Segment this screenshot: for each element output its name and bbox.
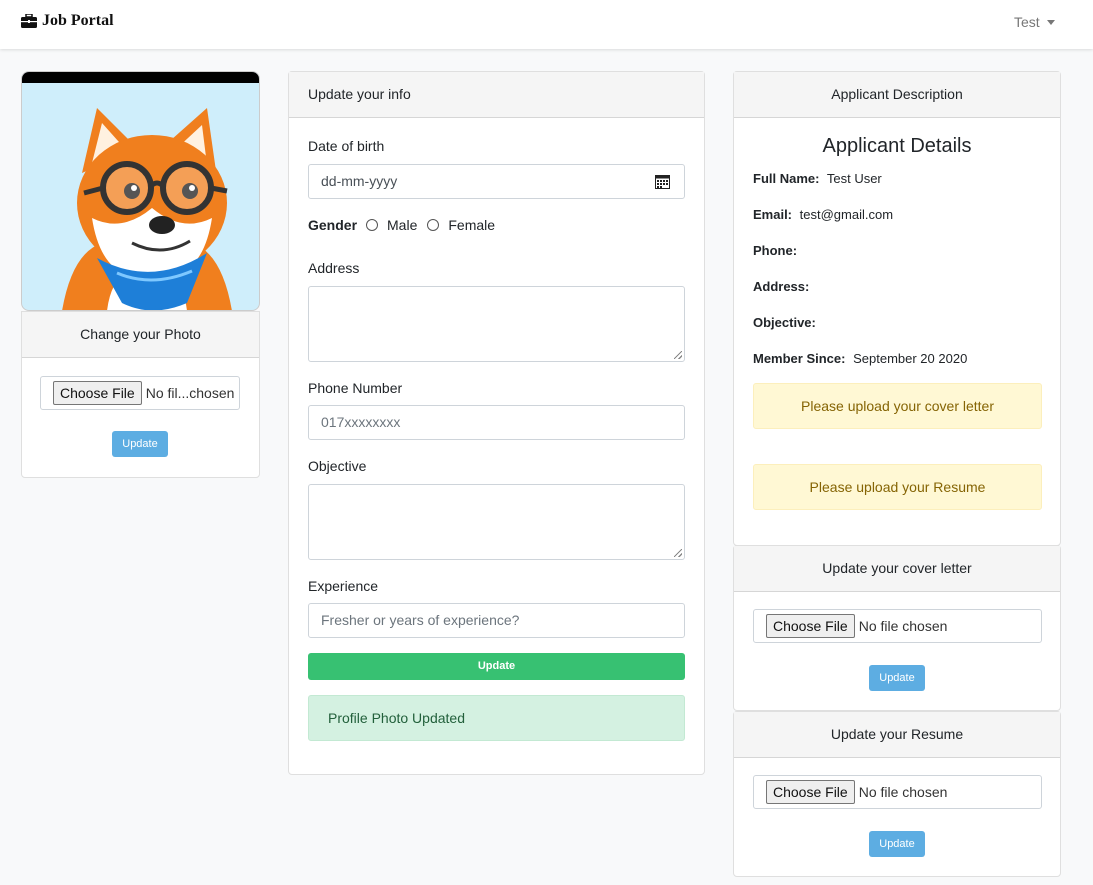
gender-male-radio[interactable] <box>366 219 379 231</box>
resume-update-button[interactable]: Update <box>869 831 925 857</box>
user-name: Test <box>1014 14 1040 30</box>
phone-input[interactable]: 017xxxxxxxx <box>308 405 685 440</box>
update-resume-card: Update your Resume Choose File No file c… <box>733 711 1061 877</box>
briefcase-icon <box>21 14 37 28</box>
full-name-value: Test User <box>826 171 882 186</box>
update-cover-letter-card: Update your cover letter Choose File No … <box>733 545 1061 711</box>
phone-row: Phone: <box>753 243 801 258</box>
full-name-row: Full Name: Test User <box>753 171 882 186</box>
full-name-label: Full Name: <box>753 171 820 186</box>
update-info-header: Update your info <box>289 72 704 118</box>
photo-choose-file-button[interactable]: Choose File <box>53 381 142 405</box>
user-menu-dropdown[interactable]: Test <box>1014 14 1055 30</box>
photo-file-status: No fil...chosen <box>145 385 235 401</box>
member-since-row: Member Since: September 20 2020 <box>753 351 967 366</box>
calendar-icon[interactable] <box>655 174 670 189</box>
photo-update-button[interactable]: Update <box>112 431 168 457</box>
phone-detail-label: Phone: <box>753 243 798 258</box>
address-detail-label: Address: <box>753 279 810 294</box>
resume-choose-file-button[interactable]: Choose File <box>766 780 855 804</box>
info-update-button[interactable]: Update <box>308 653 685 680</box>
objective-detail-label: Objective: <box>753 315 816 330</box>
resume-file-status: No file chosen <box>858 784 948 800</box>
resize-grip-icon[interactable] <box>674 351 682 359</box>
email-label: Email: <box>753 207 793 222</box>
success-alert: Profile Photo Updated <box>308 695 685 741</box>
navbar: Job Portal Test <box>0 0 1093 49</box>
brand-link[interactable]: Job Portal <box>21 12 114 30</box>
cover-choose-file-button[interactable]: Choose File <box>766 614 855 638</box>
experience-input[interactable]: Fresher or years of experience? <box>308 603 685 638</box>
change-photo-header: Change your Photo <box>22 312 259 358</box>
address-label: Address <box>308 260 360 276</box>
gender-female-radio[interactable] <box>427 219 440 231</box>
gender-label: Gender <box>308 217 358 233</box>
email-row: Email: test@gmail.com <box>753 207 893 222</box>
resize-grip-icon[interactable] <box>674 549 682 557</box>
address-row: Address: <box>753 279 813 294</box>
cover-letter-file-input[interactable]: Choose File No file chosen <box>753 609 1042 643</box>
resume-header: Update your Resume <box>734 712 1060 758</box>
cover-letter-warning: Please upload your cover letter <box>753 383 1042 429</box>
resume-file-input[interactable]: Choose File No file chosen <box>753 775 1042 809</box>
member-since-value: September 20 2020 <box>853 351 968 366</box>
update-info-card: Update your info Date of birth dd-mm-yyy… <box>288 71 705 775</box>
change-photo-card: Change your Photo Choose File No fil...c… <box>21 311 260 478</box>
gender-male-label: Male <box>387 217 418 233</box>
gender-female-label: Female <box>448 217 496 233</box>
dob-input[interactable]: dd-mm-yyyy <box>308 164 685 199</box>
photo-file-input[interactable]: Choose File No fil...chosen <box>40 376 240 410</box>
email-value: test@gmail.com <box>799 207 894 222</box>
cover-update-button[interactable]: Update <box>869 665 925 691</box>
objective-textarea[interactable] <box>308 484 685 560</box>
objective-label: Objective <box>308 458 367 474</box>
address-textarea[interactable] <box>308 286 685 362</box>
dog-avatar-image <box>62 108 232 310</box>
member-since-label: Member Since: <box>753 351 846 366</box>
applicant-description-header: Applicant Description <box>734 72 1060 118</box>
brand-title: Job Portal <box>42 12 114 29</box>
applicant-details-title: Applicant Details <box>822 135 972 157</box>
cover-letter-header: Update your cover letter <box>734 546 1060 592</box>
objective-row: Objective: <box>753 315 820 330</box>
experience-label: Experience <box>308 578 379 594</box>
applicant-description-card: Applicant Description Applicant Details … <box>733 71 1061 546</box>
dob-placeholder: dd-mm-yyyy <box>321 173 398 189</box>
resume-warning: Please upload your Resume <box>753 464 1042 510</box>
dob-label: Date of birth <box>308 138 385 154</box>
cover-file-status: No file chosen <box>858 618 948 634</box>
gender-group: Gender Male Female <box>308 217 495 233</box>
phone-label: Phone Number <box>308 380 403 396</box>
profile-photo <box>21 71 260 311</box>
caret-down-icon <box>1046 19 1055 25</box>
